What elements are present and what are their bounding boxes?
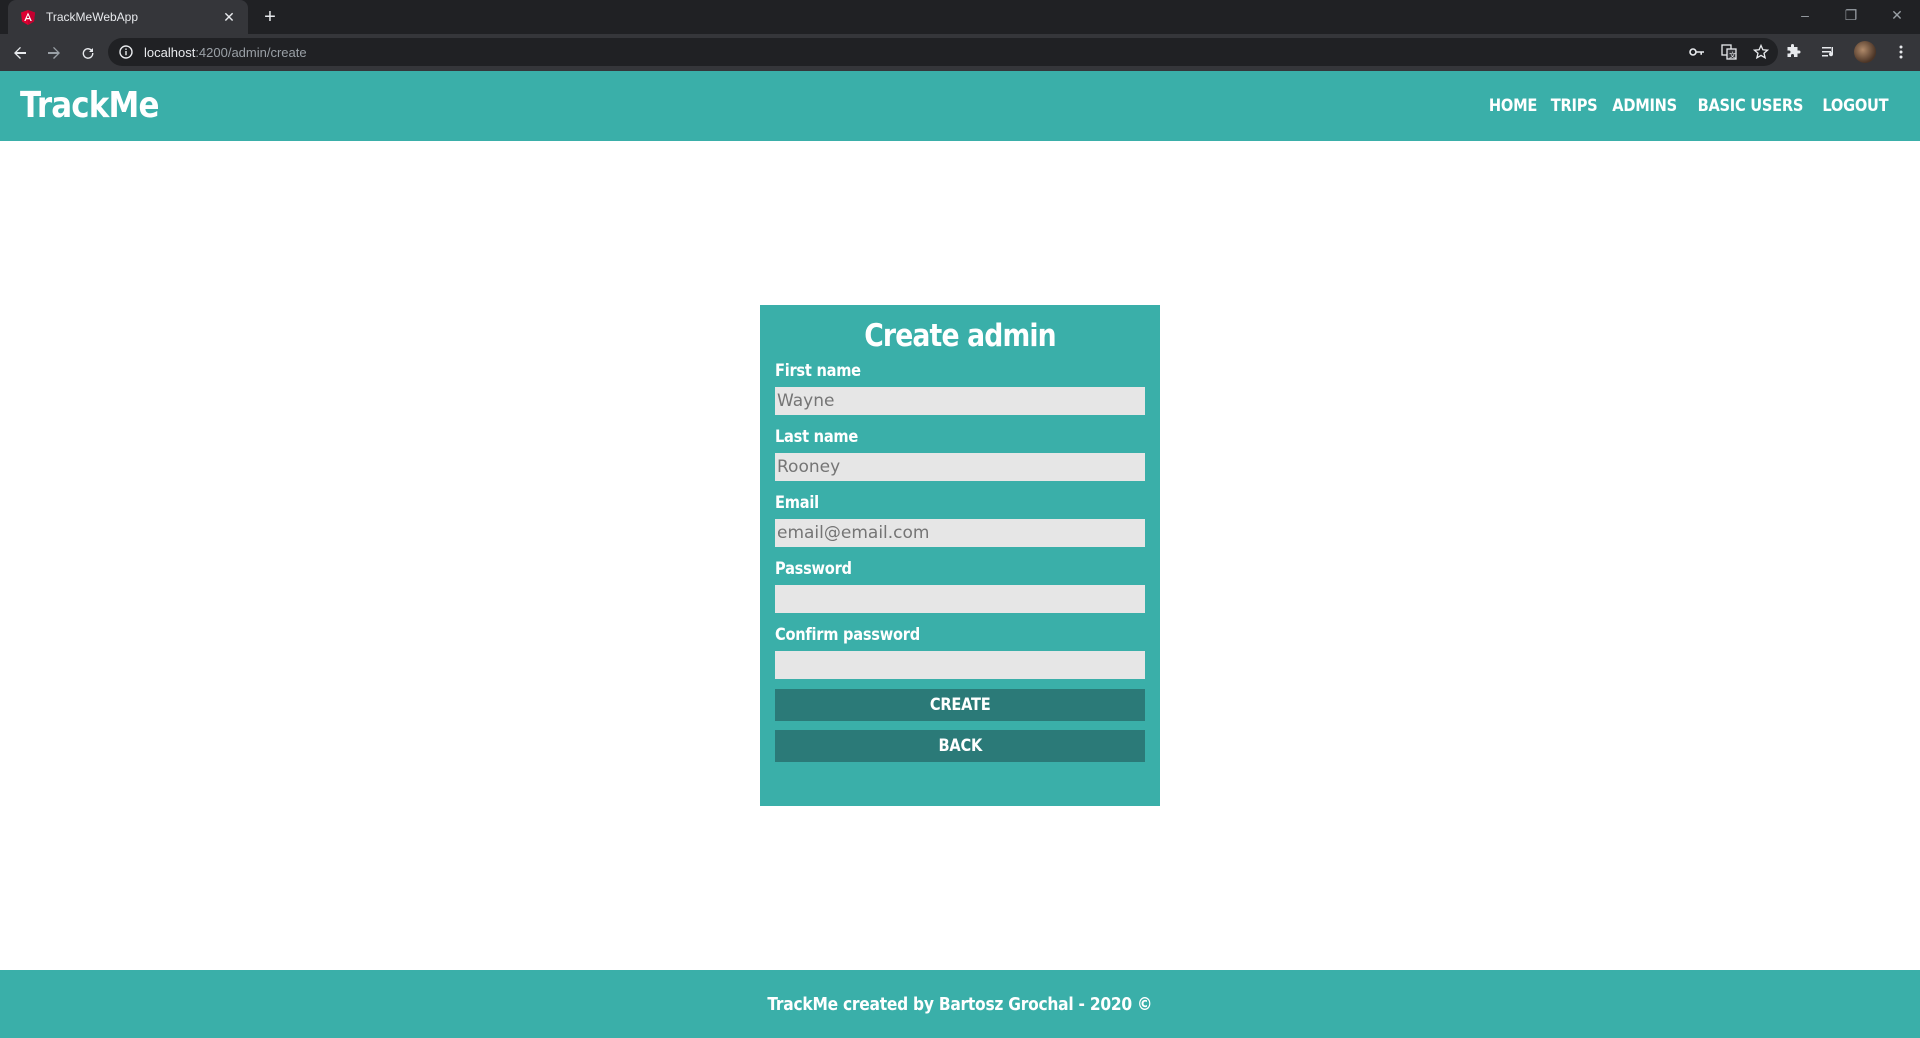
- main-nav: HOME TRIPS ADMINS BASIC USERS LOGOUT: [1489, 71, 1890, 141]
- reading-list-icon[interactable]: [1816, 39, 1842, 65]
- toolbar-actions: [1780, 38, 1914, 66]
- profile-avatar-icon[interactable]: [1852, 39, 1878, 65]
- browser-tab[interactable]: TrackMeWebApp ✕: [8, 0, 248, 34]
- address-bar[interactable]: localhost :4200/admin/create 文: [108, 38, 1778, 66]
- email-input[interactable]: [775, 519, 1145, 547]
- nav-home[interactable]: HOME: [1489, 96, 1537, 116]
- browser-toolbar: localhost :4200/admin/create 文: [0, 34, 1920, 71]
- forward-arrow-icon[interactable]: [40, 39, 68, 67]
- browser-menu-icon[interactable]: [1888, 39, 1914, 65]
- app-header: TrackMe HOME TRIPS ADMINS BASIC USERS LO…: [0, 71, 1920, 141]
- back-button[interactable]: BACK: [775, 730, 1145, 762]
- confirm-password-input[interactable]: [775, 651, 1145, 679]
- extensions-puzzle-icon[interactable]: [1780, 39, 1806, 65]
- nav-logout[interactable]: LOGOUT: [1823, 96, 1889, 116]
- url-path: :4200/admin/create: [195, 44, 307, 60]
- first-name-label: First name: [775, 361, 861, 381]
- close-window-icon[interactable]: ✕: [1874, 0, 1920, 30]
- confirm-password-label: Confirm password: [775, 625, 920, 645]
- create-admin-form: Create admin First name Last name Email …: [760, 305, 1160, 806]
- last-name-label: Last name: [775, 427, 859, 447]
- back-arrow-icon[interactable]: [6, 39, 34, 67]
- restore-icon[interactable]: ❐: [1828, 0, 1874, 30]
- first-name-input[interactable]: [775, 387, 1145, 415]
- nav-basic-users[interactable]: BASIC USERS: [1697, 96, 1803, 116]
- email-label: Email: [775, 493, 819, 513]
- minimize-icon[interactable]: –: [1782, 0, 1828, 30]
- app-footer: TrackMe created by Bartosz Grochal - 202…: [0, 970, 1920, 1038]
- key-icon[interactable]: [1688, 43, 1706, 61]
- password-input[interactable]: [775, 585, 1145, 613]
- omnibox-actions: 文: [1688, 38, 1770, 66]
- create-button[interactable]: CREATE: [775, 689, 1145, 721]
- new-tab-button[interactable]: +: [258, 5, 282, 29]
- bookmark-star-icon[interactable]: [1752, 43, 1770, 61]
- translate-icon[interactable]: 文: [1720, 43, 1738, 61]
- browser-tabbar: TrackMeWebApp ✕ + – ❐ ✕: [0, 0, 1920, 34]
- window-controls: – ❐ ✕: [1782, 0, 1920, 34]
- reload-icon[interactable]: [74, 39, 102, 67]
- site-info-icon[interactable]: [118, 44, 134, 60]
- last-name-input[interactable]: [775, 453, 1145, 481]
- footer-text: TrackMe created by Bartosz Grochal - 202…: [767, 993, 1153, 1015]
- url-host: localhost: [144, 44, 196, 60]
- back-button-label: BACK: [938, 736, 982, 756]
- tab-close-icon[interactable]: ✕: [220, 8, 238, 26]
- nav-admins[interactable]: ADMINS: [1613, 96, 1678, 116]
- password-label: Password: [775, 559, 852, 579]
- create-button-label: CREATE: [929, 695, 991, 715]
- nav-trips[interactable]: TRIPS: [1551, 96, 1598, 116]
- svg-text:文: 文: [1729, 51, 1736, 60]
- form-title: Create admin: [864, 318, 1056, 354]
- tab-title: TrackMeWebApp: [46, 10, 139, 24]
- brand-logo[interactable]: TrackMe: [20, 85, 159, 126]
- angular-favicon-icon: [20, 9, 36, 25]
